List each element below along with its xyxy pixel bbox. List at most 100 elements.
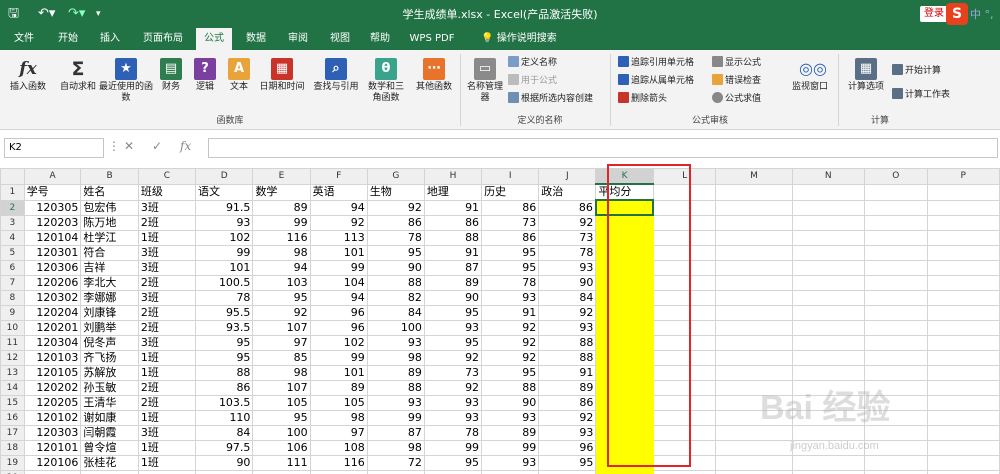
column-header-j[interactable]: J [538,168,597,185]
evaluate-formula-button[interactable]: 公式求值 [712,92,761,106]
cell-j18[interactable]: 96 [538,439,597,456]
cell-f8[interactable]: 94 [309,289,368,306]
cell-o4[interactable] [863,229,928,246]
cell-j16[interactable]: 92 [538,409,597,426]
cell-l14[interactable] [652,379,717,396]
cell-c9[interactable]: 2班 [137,304,197,321]
cell-g3[interactable]: 86 [366,214,425,231]
row-header[interactable]: 17 [0,424,25,441]
cell-b4[interactable]: 杜学江 [80,229,139,246]
cell-f14[interactable]: 89 [309,379,368,396]
cell-d19[interactable]: 90 [195,454,254,471]
cell-c6[interactable]: 3班 [137,259,197,276]
cell-m7[interactable] [715,274,793,291]
cell-n5[interactable] [791,244,865,261]
cell-j12[interactable]: 88 [538,349,597,366]
row-header[interactable]: 19 [0,454,25,471]
cell-h10[interactable]: 93 [423,319,483,336]
cell-h16[interactable]: 93 [423,409,483,426]
cell-k10[interactable] [595,319,654,336]
cell-k18[interactable] [595,439,654,456]
cell-m20[interactable] [715,469,793,474]
cell-e20[interactable] [252,469,311,474]
cell-p6[interactable] [926,259,1000,276]
financial-button[interactable]: ▤ 财务 [156,58,186,93]
cell-p4[interactable] [926,229,1000,246]
math-trig-button[interactable]: θ 数学和三角函数 [364,58,408,104]
cell-j17[interactable]: 93 [538,424,597,441]
cell-g6[interactable]: 90 [366,259,425,276]
cell-n20[interactable] [791,469,865,474]
cell-p3[interactable] [926,214,1000,231]
calculate-now-button[interactable]: 开始计算 [892,64,941,78]
cell-k16[interactable] [595,409,654,426]
cell-p5[interactable] [926,244,1000,261]
cell-b5[interactable]: 符合 [80,244,139,261]
cell-k9[interactable] [595,304,654,321]
cell-j15[interactable]: 86 [538,394,597,411]
row-header[interactable]: 20 [0,469,25,474]
cell-m18[interactable] [715,439,793,456]
cell-d7[interactable]: 100.5 [195,274,254,291]
cell-b10[interactable]: 刘鹏举 [80,319,139,336]
cell-h7[interactable]: 89 [423,274,483,291]
column-header-i[interactable]: I [481,168,540,185]
cell-n19[interactable] [791,454,865,471]
cell-e1[interactable]: 数学 [252,183,311,201]
cell-f18[interactable]: 108 [309,439,368,456]
cell-p13[interactable] [926,364,1000,381]
cell-m19[interactable] [715,454,793,471]
row-header[interactable]: 13 [0,364,25,381]
cell-c2[interactable]: 3班 [137,199,197,216]
cell-k20[interactable] [595,469,654,474]
tab-home[interactable]: 开始 [52,28,84,50]
cell-h17[interactable]: 78 [423,424,483,441]
fx-icon[interactable]: fx [180,139,191,153]
cell-i9[interactable]: 91 [481,304,540,321]
cell-c4[interactable]: 1班 [137,229,197,246]
cell-e14[interactable]: 107 [252,379,311,396]
cell-m6[interactable] [715,259,793,276]
tab-insert[interactable]: 插入 [94,28,126,50]
cell-d11[interactable]: 95 [195,334,254,351]
cell-j14[interactable]: 89 [538,379,597,396]
column-header-g[interactable]: G [366,168,425,185]
cell-k19[interactable] [595,454,654,471]
name-box[interactable]: K2 [4,138,104,158]
cell-b20[interactable] [80,469,139,474]
tab-file[interactable]: 文件 [8,28,40,50]
row-header[interactable]: 7 [0,274,25,291]
cell-e19[interactable]: 111 [252,454,311,471]
cell-i4[interactable]: 86 [481,229,540,246]
cell-c11[interactable]: 3班 [137,334,197,351]
cell-n3[interactable] [791,214,865,231]
cell-o1[interactable] [863,183,928,201]
cell-j10[interactable]: 93 [538,319,597,336]
cell-k14[interactable] [595,379,654,396]
cell-l12[interactable] [652,349,717,366]
cell-k15[interactable] [595,394,654,411]
row-header[interactable]: 12 [0,349,25,366]
cell-l1[interactable] [652,183,717,201]
cell-f20[interactable] [309,469,368,474]
cell-m12[interactable] [715,349,793,366]
cell-l19[interactable] [652,454,717,471]
cell-c16[interactable]: 1班 [137,409,197,426]
cell-j13[interactable]: 91 [538,364,597,381]
cell-f10[interactable]: 96 [309,319,368,336]
cell-c18[interactable]: 1班 [137,439,197,456]
cell-l7[interactable] [652,274,717,291]
cell-a16[interactable]: 120102 [23,409,82,426]
cell-f3[interactable]: 92 [309,214,368,231]
cell-n6[interactable] [791,259,865,276]
cell-f2[interactable]: 94 [309,199,368,216]
cell-k11[interactable] [595,334,654,351]
cell-p15[interactable] [926,394,1000,411]
column-header-c[interactable]: C [137,168,197,185]
cell-c8[interactable]: 3班 [137,289,197,306]
cell-g20[interactable] [366,469,425,474]
cell-h5[interactable]: 91 [423,244,483,261]
cell-k3[interactable] [595,214,654,231]
cell-n12[interactable] [791,349,865,366]
cell-j11[interactable]: 88 [538,334,597,351]
